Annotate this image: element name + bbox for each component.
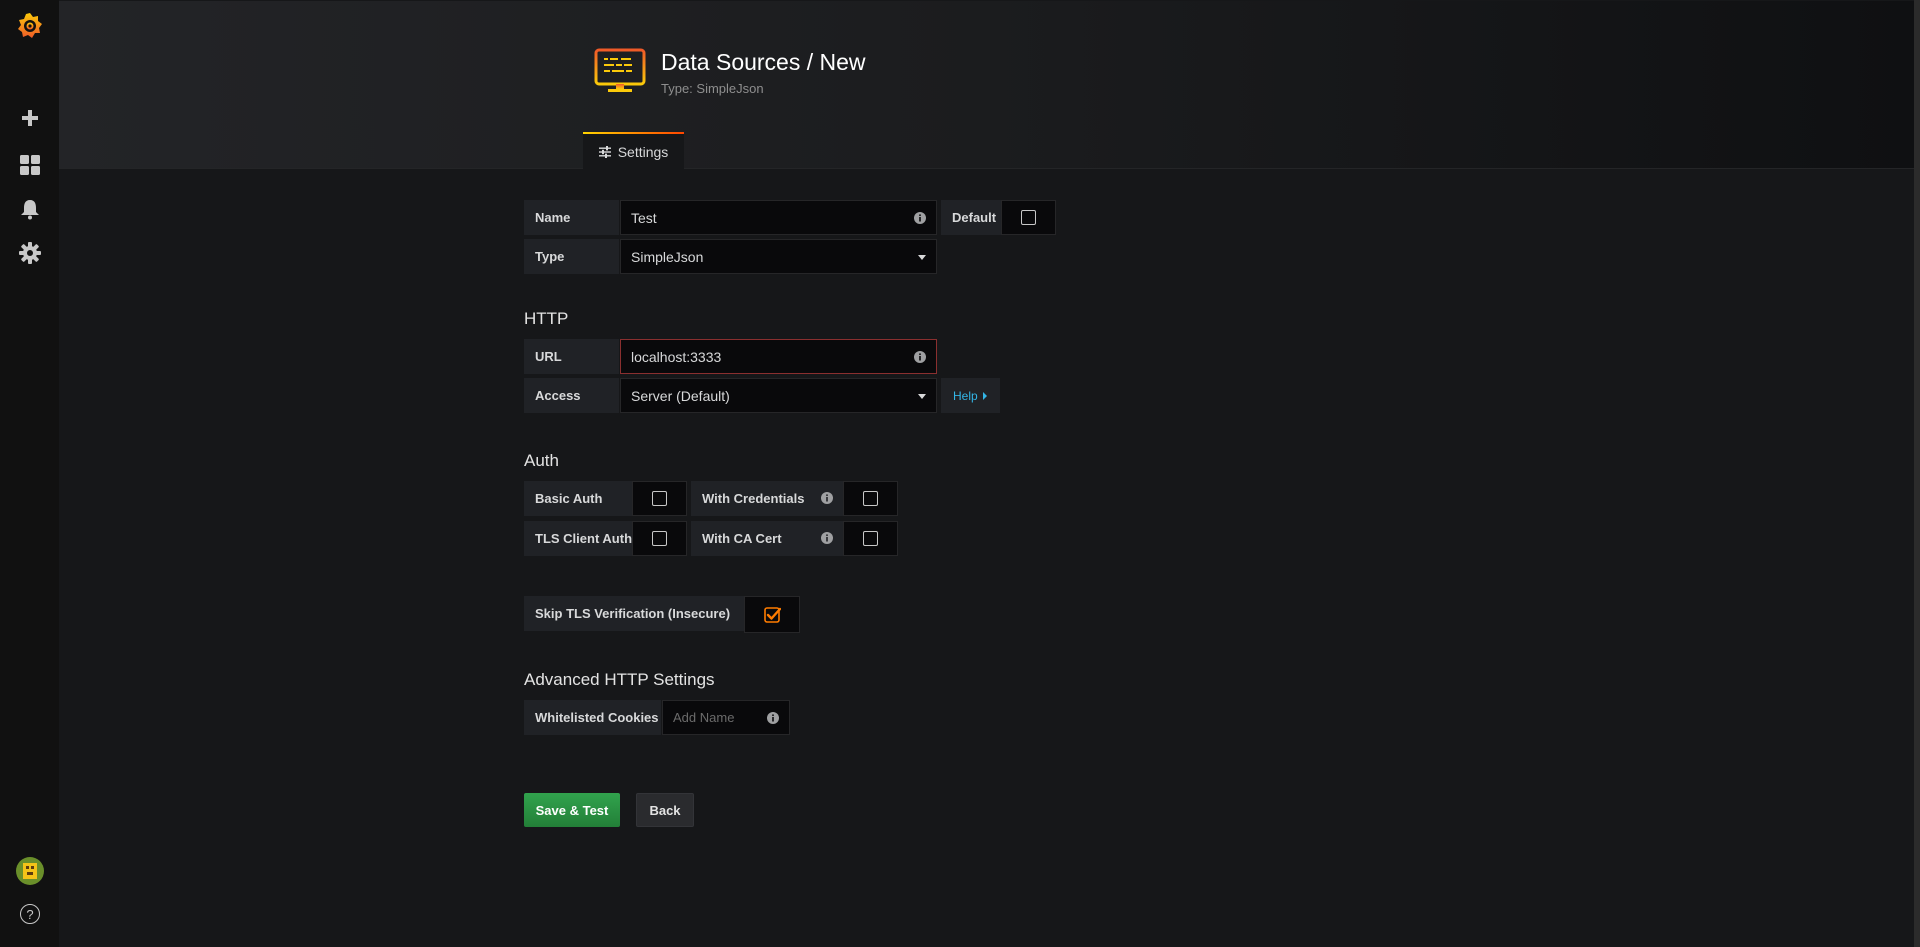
with-ca-cert-label: With CA Cert: [691, 521, 843, 556]
with-credentials-label: With Credentials: [691, 481, 843, 516]
skip-tls-checkbox[interactable]: [744, 596, 800, 633]
back-button[interactable]: Back: [636, 793, 694, 827]
tls-client-auth-checkbox[interactable]: [632, 521, 687, 556]
page-subtitle: Type: SimpleJson: [661, 81, 764, 96]
url-value: localhost:3333: [631, 348, 722, 365]
advanced-section-title: Advanced HTTP Settings: [524, 670, 715, 689]
gear-icon[interactable]: [14, 237, 46, 269]
add-name-placeholder: Add Name: [673, 710, 735, 725]
name-value: Test: [631, 209, 657, 226]
tab-settings[interactable]: Settings: [583, 132, 684, 170]
info-icon[interactable]: [821, 492, 833, 504]
avatar[interactable]: [14, 855, 46, 887]
plus-icon[interactable]: [14, 102, 46, 134]
with-ca-cert-checkbox[interactable]: [843, 521, 898, 556]
caret-down-icon: [918, 394, 926, 399]
checkbox-unchecked: [652, 491, 667, 506]
sliders-icon: [598, 146, 611, 158]
page-title: Data Sources / New: [661, 49, 866, 75]
url-input[interactable]: localhost:3333: [620, 339, 937, 374]
type-value: SimpleJson: [631, 248, 704, 265]
info-icon[interactable]: [821, 532, 833, 544]
access-value: Server (Default): [631, 387, 730, 404]
scrollbar[interactable]: [1914, 0, 1920, 947]
url-label: URL: [524, 339, 619, 374]
datasource-monitor-icon: [594, 48, 646, 96]
type-label: Type: [524, 239, 619, 274]
skip-tls-label: Skip TLS Verification (Insecure): [524, 596, 744, 631]
with-ca-cert-text: With CA Cert: [702, 531, 782, 546]
http-section-title: HTTP: [524, 309, 569, 328]
access-label: Access: [524, 378, 619, 413]
save-and-test-button[interactable]: Save & Test: [524, 793, 620, 827]
tls-client-auth-label: TLS Client Auth: [524, 521, 632, 556]
type-select[interactable]: SimpleJson: [620, 239, 937, 274]
page-header: Data Sources / New Type: SimpleJson Sett…: [59, 1, 1914, 170]
caret-down-icon: [918, 255, 926, 260]
checkbox-unchecked: [1021, 210, 1036, 225]
grafana-logo-icon[interactable]: [14, 10, 46, 42]
tab-settings-label: Settings: [617, 144, 669, 160]
help-glyph: ?: [20, 904, 40, 924]
info-icon[interactable]: [914, 351, 926, 363]
default-checkbox[interactable]: [1001, 200, 1056, 235]
basic-auth-label: Basic Auth: [524, 481, 632, 516]
whitelisted-cookies-label: Whitelisted Cookies: [524, 700, 661, 735]
checkbox-checked-icon: [763, 607, 781, 623]
dashboards-icon[interactable]: [14, 149, 46, 181]
checkbox-unchecked: [863, 491, 878, 506]
basic-auth-checkbox[interactable]: [632, 481, 687, 516]
name-input[interactable]: Test: [620, 200, 937, 235]
checkbox-unchecked: [652, 531, 667, 546]
help-label: Help: [953, 388, 978, 403]
checkbox-unchecked: [863, 531, 878, 546]
help-icon[interactable]: ?: [14, 898, 46, 930]
default-label: Default: [941, 200, 1001, 235]
with-credentials-checkbox[interactable]: [843, 481, 898, 516]
caret-right-icon: [982, 391, 987, 400]
auth-section-title: Auth: [524, 451, 559, 470]
help-toggle[interactable]: Help: [941, 378, 1000, 413]
info-icon[interactable]: [767, 712, 779, 724]
whitelisted-cookies-input[interactable]: Add Name: [662, 700, 790, 735]
with-credentials-text: With Credentials: [702, 491, 805, 506]
access-select[interactable]: Server (Default): [620, 378, 937, 413]
name-label: Name: [524, 200, 619, 235]
info-icon[interactable]: [914, 212, 926, 224]
bell-icon[interactable]: [14, 193, 46, 225]
sidemenu: ?: [0, 0, 59, 947]
